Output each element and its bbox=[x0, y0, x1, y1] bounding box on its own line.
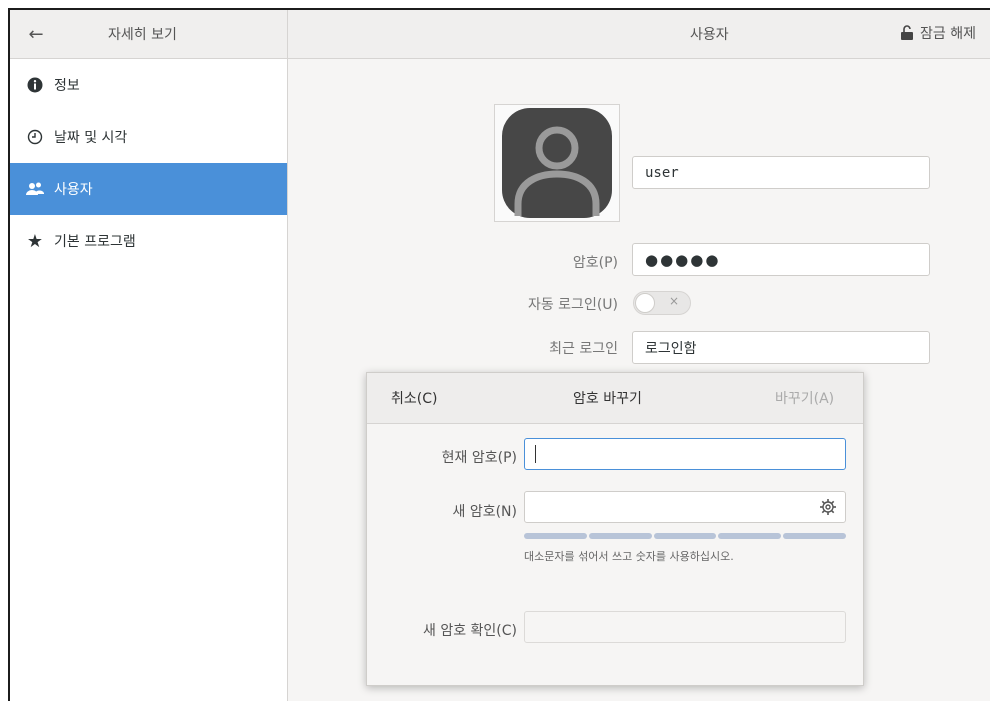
strength-segment bbox=[588, 533, 652, 539]
username-field[interactable]: user bbox=[632, 156, 930, 189]
sidebar-item-label: 사용자 bbox=[54, 182, 93, 198]
strength-segment bbox=[524, 533, 587, 539]
autologin-label: 자동 로그인(U) bbox=[527, 297, 618, 313]
gear-icon[interactable] bbox=[819, 498, 837, 516]
sidebar-item-default-apps[interactable]: ★ 기본 프로그램 bbox=[10, 215, 287, 267]
change-password-dialog: 취소(C) 암호 바꾸기 바꾸기(A) 현재 암호(P) 새 암호(N) 대소문… bbox=[366, 372, 864, 686]
dialog-title: 암호 바꾸기 bbox=[573, 391, 642, 407]
last-login-button[interactable]: 로그인함 bbox=[632, 331, 930, 364]
unlock-label: 잠금 해제 bbox=[920, 26, 976, 42]
password-label: 암호(P) bbox=[572, 255, 618, 271]
dialog-header: 취소(C) 암호 바꾸기 바꾸기(A) bbox=[367, 373, 863, 424]
strength-segment bbox=[718, 533, 782, 539]
sidebar-item-datetime[interactable]: 날짜 및 시각 bbox=[10, 111, 287, 163]
unlock-button[interactable]: 잠금 해제 bbox=[900, 23, 976, 43]
sidebar-item-label: 기본 프로그램 bbox=[54, 234, 136, 250]
page-title: 사용자 bbox=[690, 27, 729, 43]
sidebar-item-users[interactable]: 사용자 bbox=[10, 163, 287, 215]
back-arrow-icon[interactable]: ← bbox=[24, 22, 48, 46]
lock-icon bbox=[901, 25, 913, 40]
clock-icon bbox=[26, 128, 44, 146]
strength-segment bbox=[783, 533, 846, 539]
star-icon: ★ bbox=[26, 230, 44, 252]
avatar-button[interactable] bbox=[494, 104, 620, 222]
settings-window: ← 자세히 보기 사용자 잠금 해제 정보 날짜 및 시각 사용자 ★ 기본 프… bbox=[8, 8, 990, 701]
current-password-label: 현재 암호(P) bbox=[441, 450, 517, 466]
password-strength-bar bbox=[524, 533, 846, 539]
sidebar-item-label: 날짜 및 시각 bbox=[54, 130, 128, 146]
sidebar: 정보 날짜 및 시각 사용자 ★ 기본 프로그램 bbox=[10, 59, 288, 701]
password-hint: 대소문자를 섞어서 쓰고 숫자를 사용하십시오. bbox=[524, 550, 734, 563]
avatar-icon bbox=[502, 108, 612, 218]
new-password-label: 새 암호(N) bbox=[452, 504, 518, 520]
users-icon bbox=[26, 180, 44, 198]
new-password-field[interactable] bbox=[524, 491, 846, 523]
cancel-button[interactable]: 취소(C) bbox=[391, 388, 437, 408]
change-button[interactable]: 바꾸기(A) bbox=[775, 388, 834, 408]
info-icon bbox=[26, 76, 44, 94]
header-left-pane: ← 자세히 보기 bbox=[10, 10, 288, 58]
confirm-password-label: 새 암호 확인(C) bbox=[423, 623, 517, 639]
current-password-field[interactable] bbox=[524, 438, 846, 470]
autologin-switch[interactable]: × bbox=[633, 291, 691, 315]
confirm-password-field[interactable] bbox=[524, 611, 846, 643]
header-left-title: 자세히 보기 bbox=[108, 27, 177, 43]
switch-off-icon: × bbox=[669, 294, 680, 308]
sidebar-item-label: 정보 bbox=[54, 78, 80, 94]
text-cursor bbox=[535, 445, 536, 463]
sidebar-item-info[interactable]: 정보 bbox=[10, 59, 287, 111]
last-login-label: 최근 로그인 bbox=[549, 341, 618, 357]
strength-segment bbox=[653, 533, 717, 539]
header-bar: ← 자세히 보기 사용자 잠금 해제 bbox=[10, 10, 990, 59]
password-field[interactable]: ●●●●● bbox=[632, 243, 930, 276]
switch-knob bbox=[635, 293, 655, 313]
